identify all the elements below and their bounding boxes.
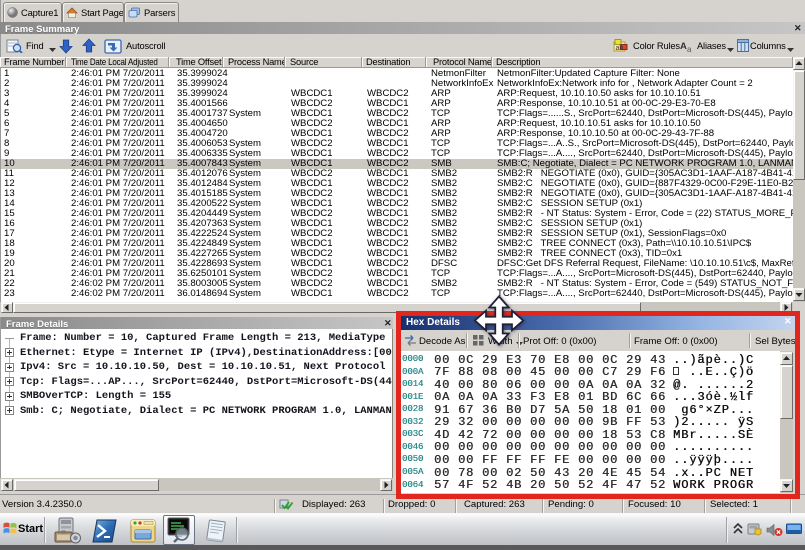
svg-text:ab: ab — [616, 45, 624, 52]
svg-text:a: a — [687, 45, 692, 53]
svg-text:A: A — [680, 41, 687, 52]
